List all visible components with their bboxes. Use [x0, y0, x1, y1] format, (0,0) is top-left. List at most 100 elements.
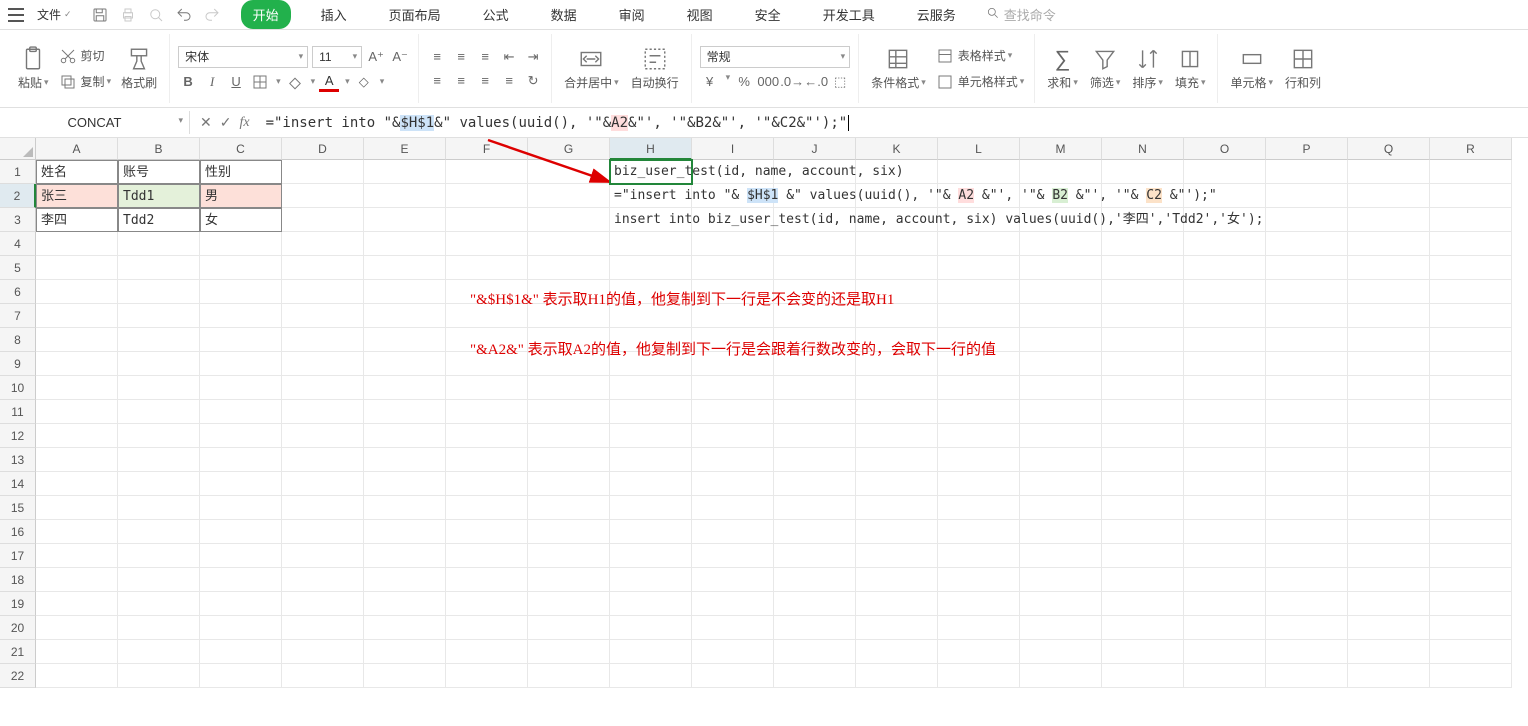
cell-Q18[interactable]	[1348, 568, 1430, 592]
cell-N5[interactable]	[1102, 256, 1184, 280]
cell-D10[interactable]	[282, 376, 364, 400]
cell-C16[interactable]	[200, 520, 282, 544]
cell-H4[interactable]	[610, 232, 692, 256]
cell-C11[interactable]	[200, 400, 282, 424]
cell-B1[interactable]: 账号	[118, 160, 200, 184]
cell-P4[interactable]	[1266, 232, 1348, 256]
cell-H22[interactable]	[610, 664, 692, 688]
cell-F1[interactable]	[446, 160, 528, 184]
cell-O18[interactable]	[1184, 568, 1266, 592]
justify-icon[interactable]: ≡	[499, 71, 519, 91]
cell-E3[interactable]	[364, 208, 446, 232]
cell-B14[interactable]	[118, 472, 200, 496]
col-header-I[interactable]: I	[692, 138, 774, 160]
cell-D17[interactable]	[282, 544, 364, 568]
cell-J12[interactable]	[774, 424, 856, 448]
row-header-22[interactable]: 22	[0, 664, 36, 688]
cell-O19[interactable]	[1184, 592, 1266, 616]
cell-R5[interactable]	[1430, 256, 1512, 280]
cell-O15[interactable]	[1184, 496, 1266, 520]
fx-icon[interactable]: fx	[239, 115, 249, 131]
wrap-text-button[interactable]: 自动换行	[627, 44, 683, 93]
cell-B9[interactable]	[118, 352, 200, 376]
cell-D1[interactable]	[282, 160, 364, 184]
cell-A15[interactable]	[36, 496, 118, 520]
cell-B4[interactable]	[118, 232, 200, 256]
cell-G13[interactable]	[528, 448, 610, 472]
cell-I19[interactable]	[692, 592, 774, 616]
cell-N4[interactable]	[1102, 232, 1184, 256]
cell-E7[interactable]	[364, 304, 446, 328]
align-left-icon[interactable]: ≡	[427, 71, 447, 91]
row-header-13[interactable]: 13	[0, 448, 36, 472]
cell-E22[interactable]	[364, 664, 446, 688]
cell-G5[interactable]	[528, 256, 610, 280]
cell-N13[interactable]	[1102, 448, 1184, 472]
cell-P11[interactable]	[1266, 400, 1348, 424]
cell-Q7[interactable]	[1348, 304, 1430, 328]
cell-H1[interactable]: biz_user_test(id, name, account, six)	[610, 160, 692, 184]
cell-I17[interactable]	[692, 544, 774, 568]
cell-E19[interactable]	[364, 592, 446, 616]
cell-N21[interactable]	[1102, 640, 1184, 664]
col-header-A[interactable]: A	[36, 138, 118, 160]
cell-P19[interactable]	[1266, 592, 1348, 616]
cell-P8[interactable]	[1266, 328, 1348, 352]
search-command[interactable]: 查找命令	[986, 5, 1056, 24]
select-all-corner[interactable]	[0, 138, 36, 160]
cell-D14[interactable]	[282, 472, 364, 496]
cell-J19[interactable]	[774, 592, 856, 616]
cell-K19[interactable]	[856, 592, 938, 616]
col-header-O[interactable]: O	[1184, 138, 1266, 160]
italic-button[interactable]: I	[202, 72, 222, 92]
cell-L11[interactable]	[938, 400, 1020, 424]
cell-M16[interactable]	[1020, 520, 1102, 544]
cell-H17[interactable]	[610, 544, 692, 568]
cell-I10[interactable]	[692, 376, 774, 400]
orientation-icon[interactable]: ↻	[523, 71, 543, 91]
cell-B11[interactable]	[118, 400, 200, 424]
cell-M1[interactable]	[1020, 160, 1102, 184]
cell-F10[interactable]	[446, 376, 528, 400]
cell-O17[interactable]	[1184, 544, 1266, 568]
cell-C5[interactable]	[200, 256, 282, 280]
cell-J14[interactable]	[774, 472, 856, 496]
cell-A21[interactable]	[36, 640, 118, 664]
cell-C12[interactable]	[200, 424, 282, 448]
cell-H14[interactable]	[610, 472, 692, 496]
cell-A1[interactable]: 姓名	[36, 160, 118, 184]
cell-R17[interactable]	[1430, 544, 1512, 568]
cell-C10[interactable]	[200, 376, 282, 400]
cell-G14[interactable]	[528, 472, 610, 496]
cell-G21[interactable]	[528, 640, 610, 664]
cell-K21[interactable]	[856, 640, 938, 664]
cell-O9[interactable]	[1184, 352, 1266, 376]
cell-D13[interactable]	[282, 448, 364, 472]
cell-F20[interactable]	[446, 616, 528, 640]
cell-O5[interactable]	[1184, 256, 1266, 280]
cell-button[interactable]: 单元格▾	[1226, 44, 1277, 93]
cell-R14[interactable]	[1430, 472, 1512, 496]
cell-E5[interactable]	[364, 256, 446, 280]
align-right-icon[interactable]: ≡	[475, 71, 495, 91]
cell-D7[interactable]	[282, 304, 364, 328]
cell-E10[interactable]	[364, 376, 446, 400]
cell-R18[interactable]	[1430, 568, 1512, 592]
cell-E15[interactable]	[364, 496, 446, 520]
cell-G19[interactable]	[528, 592, 610, 616]
cell-P22[interactable]	[1266, 664, 1348, 688]
cell-R4[interactable]	[1430, 232, 1512, 256]
cell-A3[interactable]: 李四	[36, 208, 118, 232]
cell-L14[interactable]	[938, 472, 1020, 496]
cell-O14[interactable]	[1184, 472, 1266, 496]
print-preview-icon[interactable]	[147, 6, 165, 24]
cell-K13[interactable]	[856, 448, 938, 472]
clear-format-icon[interactable]: ◇	[354, 72, 374, 92]
cell-P15[interactable]	[1266, 496, 1348, 520]
cell-L19[interactable]	[938, 592, 1020, 616]
cell-F5[interactable]	[446, 256, 528, 280]
cell-P2[interactable]	[1266, 184, 1348, 208]
cell-H3[interactable]: insert into biz_user_test(id, name, acco…	[610, 208, 692, 232]
cell-O11[interactable]	[1184, 400, 1266, 424]
cell-D20[interactable]	[282, 616, 364, 640]
